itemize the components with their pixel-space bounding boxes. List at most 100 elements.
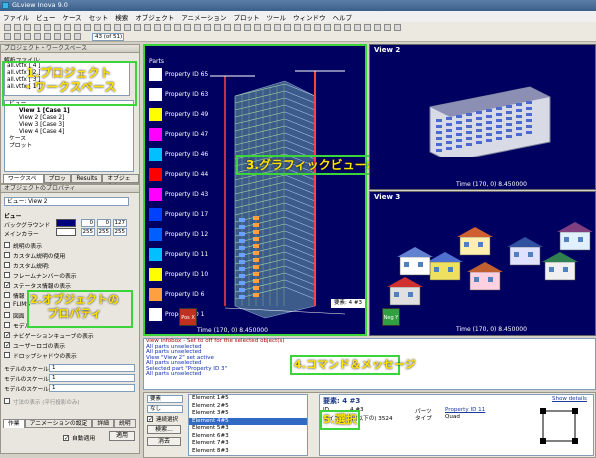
toolbar-button-icon[interactable] bbox=[4, 24, 11, 31]
element-list-item[interactable]: Element 5#3 bbox=[189, 425, 307, 433]
property-checkbox-row[interactable]: ✓ ステータス情報の表示 bbox=[4, 281, 71, 290]
property-checkbox-row[interactable]: ✓ ナビゲーションキューブの表示 bbox=[4, 331, 94, 340]
toolbar-button-icon[interactable] bbox=[74, 24, 81, 31]
menu-item[interactable]: セット bbox=[89, 12, 109, 22]
menu-item[interactable]: ファイル bbox=[3, 12, 29, 22]
toolbar-button-icon[interactable] bbox=[264, 24, 271, 31]
property-checkbox-row[interactable]: カスタム説明: bbox=[4, 261, 50, 270]
element-list-item[interactable]: Element 6#3 bbox=[189, 433, 307, 441]
main-color-swatch[interactable] bbox=[56, 228, 76, 236]
color-value-field[interactable]: 0 bbox=[81, 219, 95, 227]
property-checkbox-row[interactable]: 説明の表示 bbox=[4, 241, 42, 250]
menu-item[interactable]: オブジェクト bbox=[135, 12, 174, 22]
property-checkbox-row[interactable]: ドロップシャドウの表示 bbox=[4, 351, 77, 360]
toolbar-button-icon[interactable] bbox=[114, 24, 121, 31]
toolbar-button-icon[interactable] bbox=[314, 24, 321, 31]
view-select[interactable]: ビュー: View 2 bbox=[4, 197, 129, 206]
color-value-field[interactable]: 255 bbox=[81, 228, 95, 236]
element-list-item[interactable]: Element 3#5 bbox=[189, 410, 307, 418]
toolbar-button-icon[interactable] bbox=[34, 24, 41, 31]
viewport-1[interactable]: Parts Property ID 65 Property ID 63 Proper… bbox=[143, 44, 367, 336]
menu-item[interactable]: アニメーション bbox=[181, 12, 226, 22]
navigation-cube-view3[interactable]: Neg Y bbox=[382, 308, 400, 326]
toolbar-button-icon[interactable] bbox=[224, 24, 231, 31]
property-checkbox[interactable] bbox=[4, 262, 10, 268]
navigation-cube[interactable]: Pos X bbox=[179, 308, 197, 326]
playback-button-icon[interactable] bbox=[44, 33, 51, 40]
auto-apply[interactable]: ✓ 自動適用 bbox=[63, 433, 95, 442]
scale-input[interactable]: 1 bbox=[49, 364, 135, 372]
element-list-item[interactable]: Element 1#5 bbox=[189, 395, 307, 403]
menu-item[interactable]: ヘルプ bbox=[332, 12, 352, 22]
tree-item[interactable]: View 2 [Case 2] bbox=[5, 115, 133, 122]
toolbar-button-icon[interactable] bbox=[344, 24, 351, 31]
playback-button-icon[interactable] bbox=[74, 33, 81, 40]
property-checkbox[interactable] bbox=[4, 352, 10, 358]
element-list-item[interactable]: Element 2#5 bbox=[189, 403, 307, 411]
color-value-field[interactable]: 127 bbox=[113, 219, 127, 227]
property-checkbox[interactable]: ✓ bbox=[4, 332, 10, 339]
playback-button-icon[interactable] bbox=[54, 33, 61, 40]
toolbar-button-icon[interactable] bbox=[334, 24, 341, 31]
project-tab[interactable]: オブジェクト bbox=[102, 174, 140, 190]
auto-apply-checkbox[interactable]: ✓ bbox=[63, 434, 69, 441]
tree-item[interactable]: View 4 [Case 4] bbox=[5, 129, 133, 136]
property-checkbox[interactable] bbox=[4, 302, 10, 308]
toolbar-button-icon[interactable] bbox=[274, 24, 281, 31]
tree-item[interactable]: ケース bbox=[5, 136, 133, 143]
toolbar-button-icon[interactable] bbox=[244, 24, 251, 31]
playback-button-icon[interactable] bbox=[4, 33, 11, 40]
toolbar-button-icon[interactable] bbox=[164, 24, 171, 31]
element-list-item[interactable]: Element 4#5 bbox=[189, 417, 307, 425]
property-checkbox[interactable]: ✓ bbox=[4, 342, 10, 349]
toolbar-button-icon[interactable] bbox=[284, 24, 291, 31]
menu-item[interactable]: ウィンドウ bbox=[293, 12, 326, 22]
project-tab[interactable]: ワークスペース bbox=[3, 174, 44, 190]
toolbar-button-icon[interactable] bbox=[194, 24, 201, 31]
playback-button-icon[interactable] bbox=[34, 33, 41, 40]
property-checkbox-row[interactable]: 図面 bbox=[4, 311, 25, 320]
menu-item[interactable]: 検索 bbox=[115, 12, 128, 22]
property-checkbox[interactable] bbox=[4, 252, 10, 258]
property-checkbox-row[interactable]: カスタム説明の使用 bbox=[4, 251, 65, 260]
scale-input[interactable]: 1 bbox=[49, 384, 135, 392]
toolbar-button-icon[interactable] bbox=[214, 24, 221, 31]
project-tab[interactable]: プロット bbox=[43, 174, 72, 190]
project-tree[interactable]: ビュー View 1 [Case 1] View 2 [Case 2] View 3 … bbox=[4, 100, 134, 172]
color-value-field[interactable]: 255 bbox=[97, 228, 111, 236]
toolbar-button-icon[interactable] bbox=[54, 24, 61, 31]
element-list[interactable]: Element 1#5 Element 2#5 Element 3#5 Element… bbox=[188, 394, 308, 456]
project-tab[interactable]: Results bbox=[71, 174, 103, 183]
toolbar-button-icon[interactable] bbox=[294, 24, 301, 31]
property-checkbox-row[interactable]: 情報 bbox=[4, 291, 25, 300]
building-tower-model[interactable] bbox=[205, 56, 365, 321]
selection-mode-select[interactable]: 要素 bbox=[147, 395, 183, 403]
property-checkbox[interactable] bbox=[4, 312, 10, 318]
toolbar-button-icon[interactable] bbox=[124, 24, 131, 31]
menu-item[interactable]: プロット bbox=[233, 12, 259, 22]
property-checkbox[interactable] bbox=[4, 292, 10, 298]
element-list-item[interactable]: Element 7#3 bbox=[189, 440, 307, 448]
axis-note-checkbox[interactable] bbox=[4, 398, 10, 404]
playback-button-icon[interactable] bbox=[24, 33, 31, 40]
toolbar-button-icon[interactable] bbox=[174, 24, 181, 31]
property-checkbox-row[interactable]: ✓ ユーザーロゴの表示 bbox=[4, 341, 65, 350]
toolbar-button-icon[interactable] bbox=[64, 24, 71, 31]
toolbar-button-icon[interactable] bbox=[374, 24, 381, 31]
background-color-swatch[interactable] bbox=[56, 219, 76, 227]
toolbar-button-icon[interactable] bbox=[84, 24, 91, 31]
toolbar-button-icon[interactable] bbox=[94, 24, 101, 31]
property-checkbox-row[interactable]: フレームナンバーの表示 bbox=[4, 271, 77, 280]
toolbar-button-icon[interactable] bbox=[324, 24, 331, 31]
property-checkbox[interactable] bbox=[4, 322, 10, 328]
toolbar-button-icon[interactable] bbox=[104, 24, 111, 31]
toolbar-button-icon[interactable] bbox=[364, 24, 371, 31]
selection-filter-select[interactable]: なし bbox=[147, 405, 183, 413]
toolbar-button-icon[interactable] bbox=[384, 24, 391, 31]
tree-item[interactable]: View 3 [Case 3] bbox=[5, 122, 133, 129]
tree-item[interactable]: View 1 [Case 1] bbox=[5, 108, 133, 115]
frame-counter[interactable]: 43 (of 51) bbox=[92, 33, 124, 41]
object-tab[interactable]: アニメーションの設定 bbox=[24, 419, 93, 428]
menu-item[interactable]: ケース bbox=[63, 12, 82, 22]
toolbar-button-icon[interactable] bbox=[44, 24, 51, 31]
